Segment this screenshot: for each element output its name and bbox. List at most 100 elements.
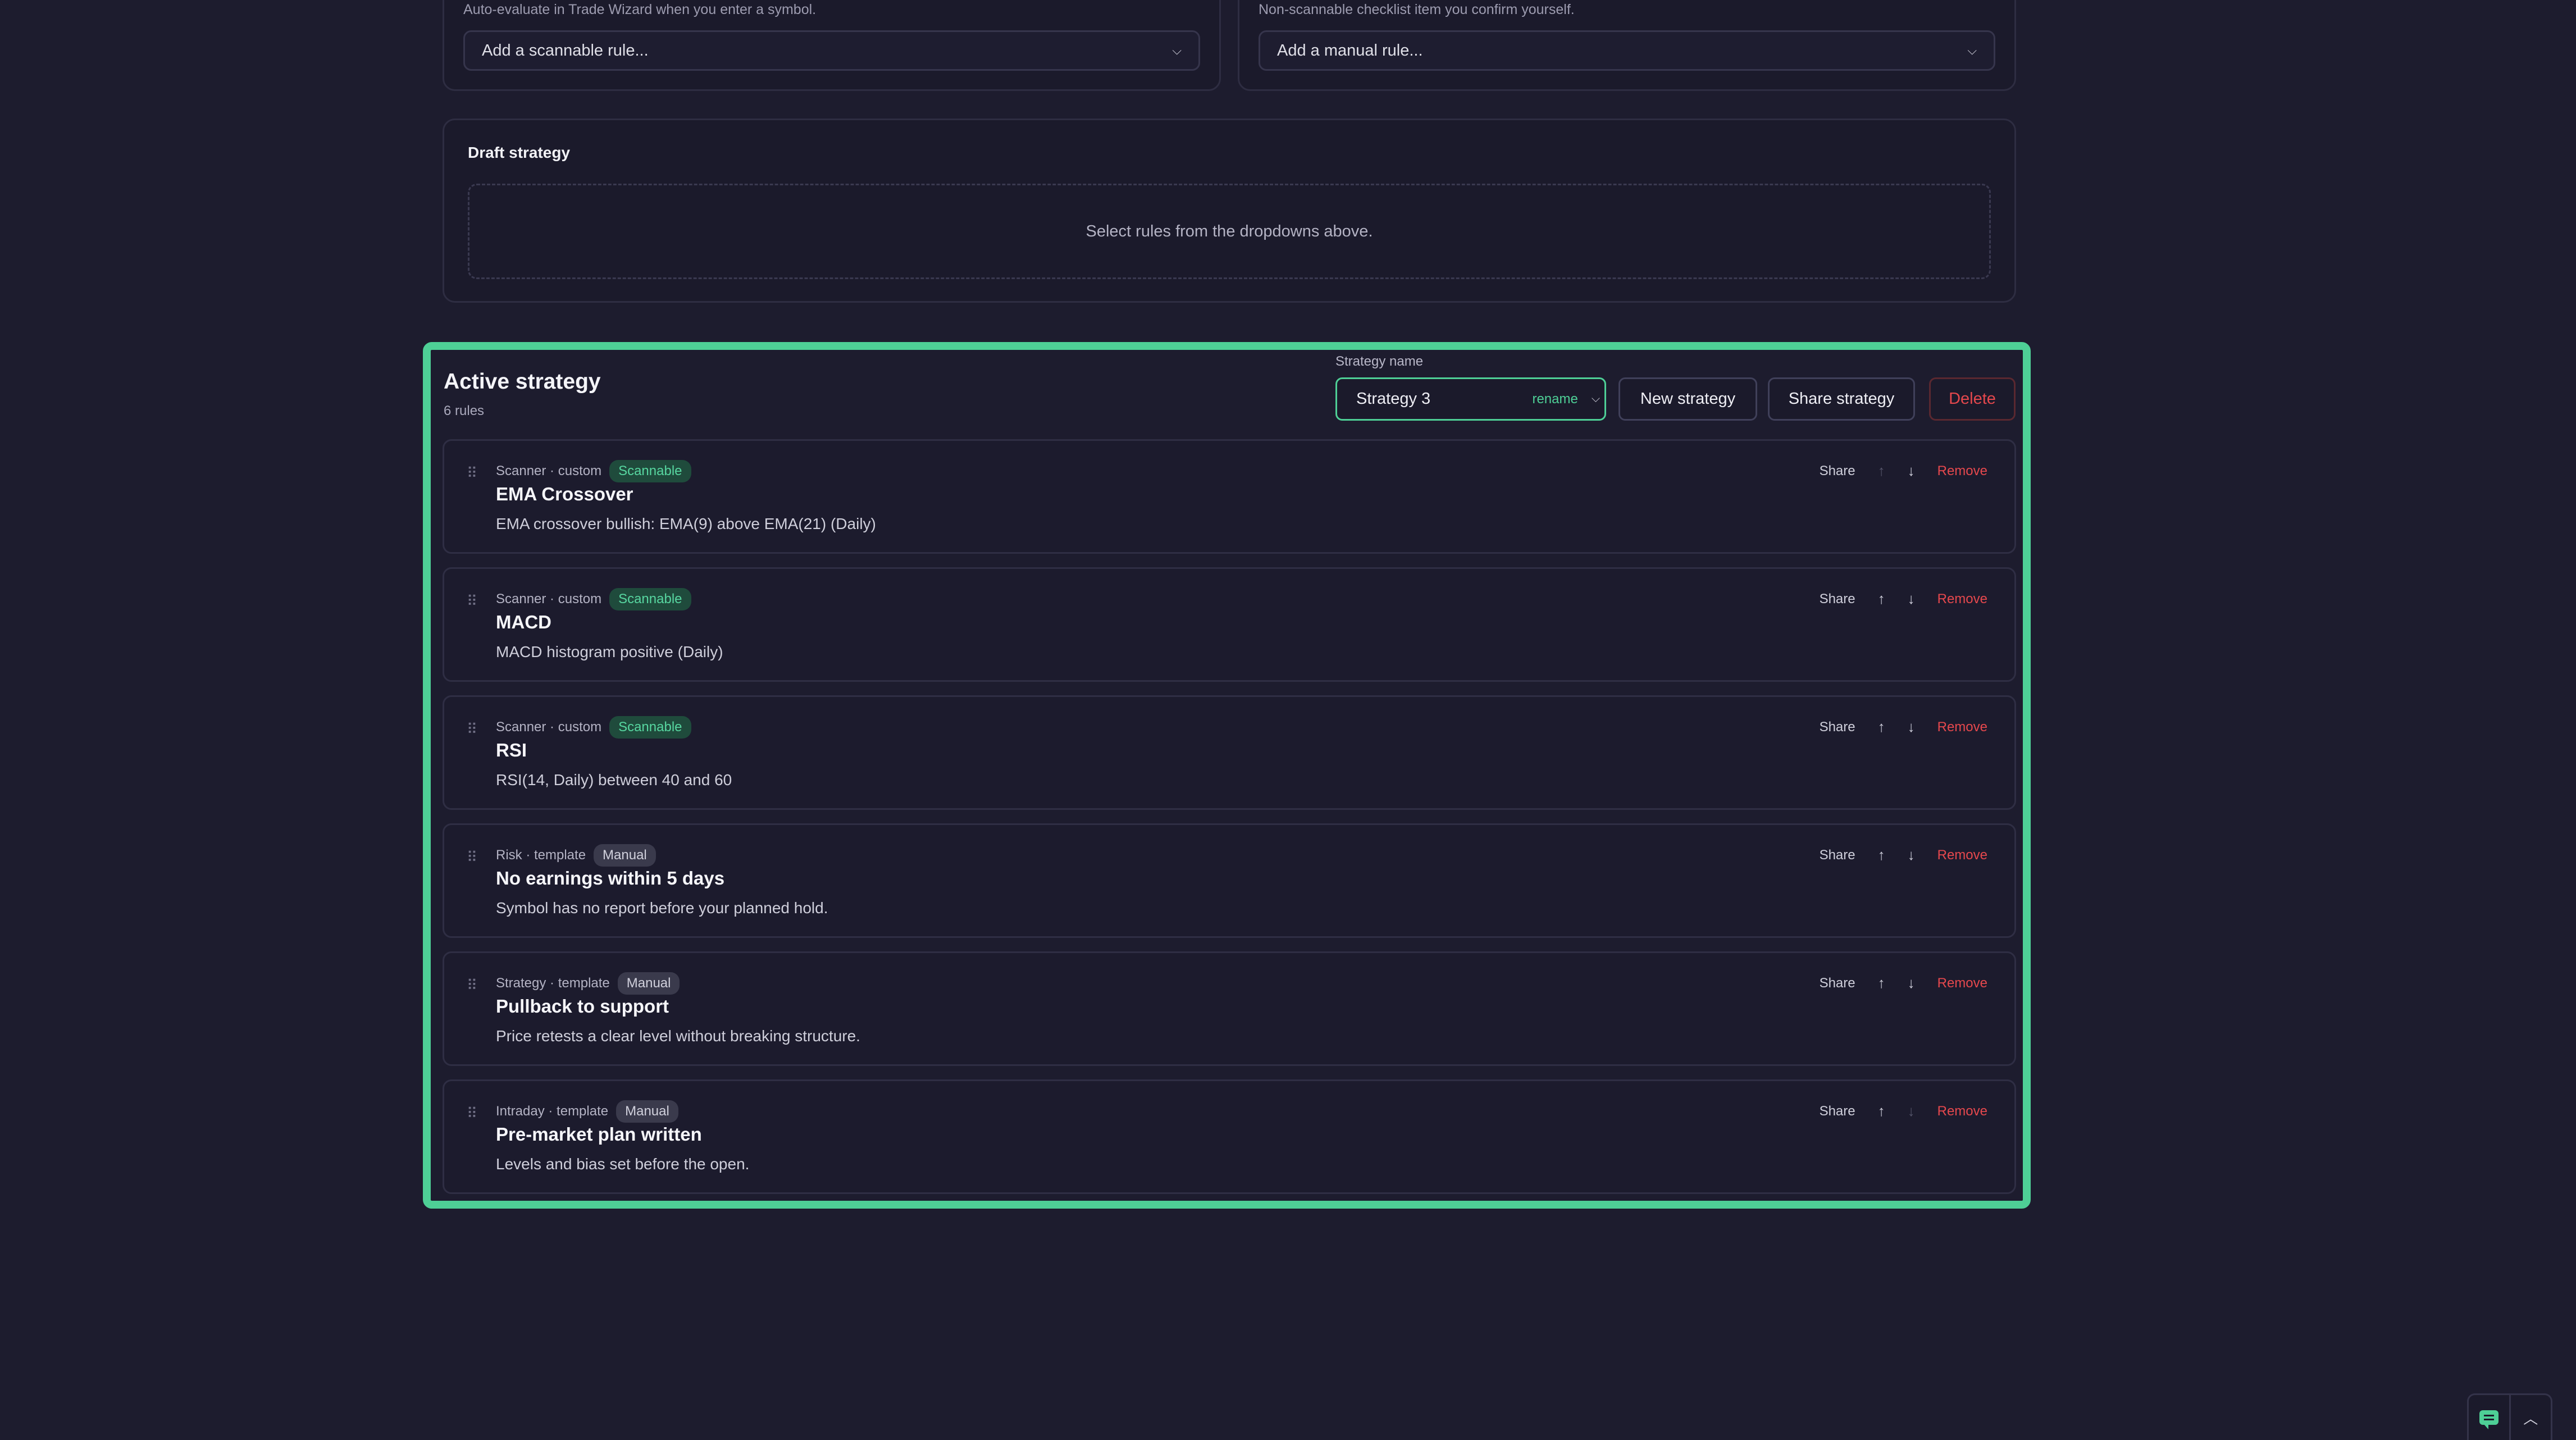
scannable-rule-select[interactable]: Add a scannable rule... ⌵: [463, 30, 1200, 71]
manual-rule-panel: Non-scannable checklist item you confirm…: [1238, 0, 2016, 91]
drag-handle-icon[interactable]: ⠿: [467, 1105, 477, 1122]
rule-actions: Share ↑ ↓ Remove: [1820, 1102, 1987, 1120]
draft-empty-state: Select rules from the dropdowns above.: [468, 184, 1991, 279]
move-down-icon[interactable]: ↓: [1908, 718, 1915, 736]
strategy-name-label: Strategy name: [1335, 354, 1424, 369]
rule-card: ⠿ Scanner · custom Scannable RSI RSI(14,…: [443, 695, 2016, 810]
corner-widget: ︿: [2467, 1393, 2552, 1440]
scannable-hint: Auto-evaluate in Trade Wizard when you e…: [463, 2, 817, 17]
move-up-icon[interactable]: ↑: [1878, 846, 1885, 864]
rule-actions: Share ↑ ↓ Remove: [1820, 462, 1987, 480]
remove-rule-button[interactable]: Remove: [1937, 1104, 1987, 1119]
rule-description: Price retests a clear level without brea…: [496, 1027, 860, 1045]
rule-card: ⠿ Risk · template Manual No earnings wit…: [443, 823, 2016, 938]
rule-card: ⠿ Scanner · custom Scannable EMA Crossov…: [443, 439, 2016, 554]
rule-meta: Scanner · custom Scannable: [496, 588, 691, 610]
draft-strategy-panel: Draft strategy Select rules from the dro…: [443, 119, 2016, 303]
rule-type-badge: Manual: [616, 1100, 678, 1123]
chevron-down-icon: ⌵: [1967, 43, 1977, 57]
rule-category: Scanner · custom: [496, 463, 602, 479]
move-up-icon[interactable]: ↑: [1878, 974, 1885, 992]
strategy-name-select[interactable]: Strategy 3 rename ⌵: [1335, 377, 1606, 421]
rule-meta: Strategy · template Manual: [496, 972, 680, 995]
rule-title: Pullback to support: [496, 996, 669, 1017]
delete-strategy-button[interactable]: Delete: [1929, 377, 2016, 421]
rule-card: ⠿ Scanner · custom Scannable MACD MACD h…: [443, 567, 2016, 682]
share-rule-button[interactable]: Share: [1820, 976, 1855, 991]
share-rule-button[interactable]: Share: [1820, 591, 1855, 607]
rule-actions: Share ↑ ↓ Remove: [1820, 846, 1987, 864]
rule-title: No earnings within 5 days: [496, 868, 725, 888]
rule-description: EMA crossover bullish: EMA(9) above EMA(…: [496, 515, 876, 532]
rule-category: Scanner · custom: [496, 591, 602, 607]
rule-type-badge: Scannable: [609, 716, 691, 739]
rule-count: 6 rules: [444, 403, 485, 418]
remove-rule-button[interactable]: Remove: [1937, 463, 1987, 479]
move-up-icon[interactable]: ↑: [1878, 590, 1885, 608]
rule-type-badge: Scannable: [609, 460, 691, 482]
rule-meta: Intraday · template Manual: [496, 1100, 678, 1123]
remove-rule-button[interactable]: Remove: [1937, 719, 1987, 735]
feedback-button[interactable]: [2469, 1395, 2509, 1440]
rule-meta: Scanner · custom Scannable: [496, 716, 691, 739]
share-strategy-button[interactable]: Share strategy: [1768, 377, 1915, 421]
rule-card: ⠿ Strategy · template Manual Pullback to…: [443, 951, 2016, 1066]
rule-type-badge: Manual: [617, 972, 680, 995]
rule-title: EMA Crossover: [496, 484, 633, 504]
rule-category: Strategy · template: [496, 976, 610, 991]
scroll-top-button[interactable]: ︿: [2509, 1395, 2551, 1440]
rule-actions: Share ↑ ↓ Remove: [1820, 974, 1987, 992]
share-rule-button[interactable]: Share: [1820, 463, 1855, 479]
chat-icon: [2479, 1410, 2499, 1429]
remove-rule-button[interactable]: Remove: [1937, 591, 1987, 607]
rule-actions: Share ↑ ↓ Remove: [1820, 718, 1987, 736]
rule-meta: Risk · template Manual: [496, 844, 656, 867]
drag-handle-icon[interactable]: ⠿: [467, 721, 477, 738]
chevron-up-icon: ︿: [2523, 1410, 2538, 1427]
strategy-name-value: Strategy 3: [1356, 390, 1431, 408]
remove-rule-button[interactable]: Remove: [1937, 976, 1987, 991]
rule-category: Scanner · custom: [496, 719, 602, 735]
move-up-icon[interactable]: ↑: [1878, 1102, 1885, 1120]
remove-rule-button[interactable]: Remove: [1937, 847, 1987, 863]
drag-handle-icon[interactable]: ⠿: [467, 849, 477, 866]
move-down-icon[interactable]: ↓: [1908, 846, 1915, 864]
manual-rule-select[interactable]: Add a manual rule... ⌵: [1259, 30, 1995, 71]
rule-description: RSI(14, Daily) between 40 and 60: [496, 771, 732, 789]
rule-title: RSI: [496, 740, 527, 760]
share-rule-button[interactable]: Share: [1820, 847, 1855, 863]
rule-type-badge: Scannable: [609, 588, 691, 610]
rename-link[interactable]: rename: [1532, 391, 1577, 407]
rule-card: ⠿ Intraday · template Manual Pre-market …: [443, 1079, 2016, 1194]
rule-title: Pre-market plan written: [496, 1124, 702, 1145]
draft-title: Draft strategy: [468, 144, 571, 161]
share-rule-button[interactable]: Share: [1820, 719, 1855, 735]
move-down-icon[interactable]: ↓: [1908, 974, 1915, 992]
rule-type-badge: Manual: [594, 844, 656, 867]
move-down-icon[interactable]: ↓: [1908, 462, 1915, 480]
new-strategy-button[interactable]: New strategy: [1618, 377, 1757, 421]
chevron-down-icon: ⌵: [1591, 393, 1600, 405]
scannable-select-label: Add a scannable rule...: [482, 41, 649, 60]
manual-hint: Non-scannable checklist item you confirm…: [1259, 2, 1575, 17]
move-up-icon[interactable]: ↑: [1878, 718, 1885, 736]
move-up-icon[interactable]: ↑: [1878, 462, 1885, 480]
rule-title: MACD: [496, 612, 551, 632]
active-strategy-title: Active strategy: [444, 370, 601, 394]
rule-description: MACD histogram positive (Daily): [496, 643, 723, 660]
move-down-icon[interactable]: ↓: [1908, 590, 1915, 608]
rule-meta: Scanner · custom Scannable: [496, 460, 691, 482]
rule-category: Risk · template: [496, 847, 586, 863]
rule-category: Intraday · template: [496, 1104, 609, 1119]
share-rule-button[interactable]: Share: [1820, 1104, 1855, 1119]
drag-handle-icon[interactable]: ⠿: [467, 977, 477, 994]
rule-description: Levels and bias set before the open.: [496, 1155, 750, 1173]
rule-actions: Share ↑ ↓ Remove: [1820, 590, 1987, 608]
scannable-rule-panel: Auto-evaluate in Trade Wizard when you e…: [443, 0, 1221, 91]
rule-description: Symbol has no report before your planned…: [496, 899, 828, 917]
move-down-icon[interactable]: ↓: [1908, 1102, 1915, 1120]
page: Auto-evaluate in Trade Wizard when you e…: [0, 0, 2576, 1440]
drag-handle-icon[interactable]: ⠿: [467, 464, 477, 482]
drag-handle-icon[interactable]: ⠿: [467, 593, 477, 610]
manual-select-label: Add a manual rule...: [1277, 41, 1423, 60]
